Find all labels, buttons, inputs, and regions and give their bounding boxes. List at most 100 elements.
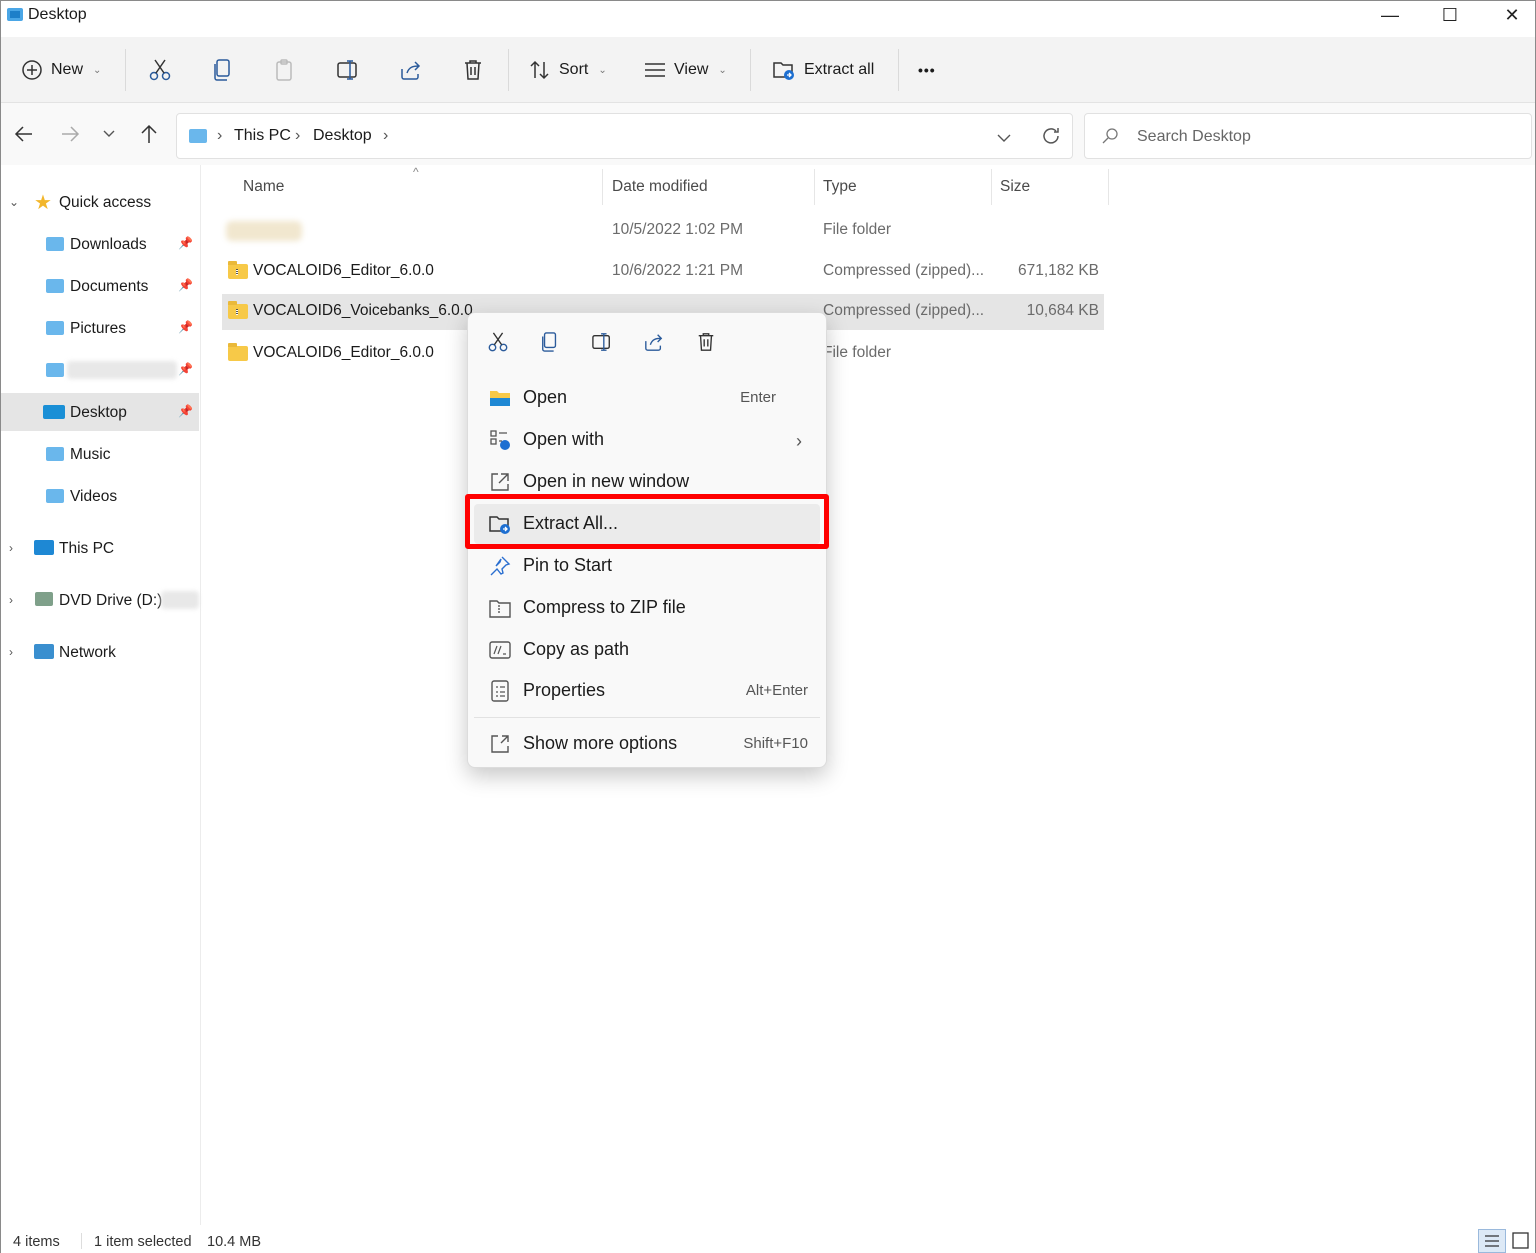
address-bar[interactable]: › This PC › Desktop › — [176, 113, 1073, 159]
desktop-folder-icon — [189, 129, 207, 143]
pin-icon: 📌 — [178, 404, 193, 418]
recent-locations-button[interactable] — [96, 121, 122, 147]
delete-icon[interactable] — [693, 329, 719, 355]
up-button[interactable] — [136, 121, 162, 147]
menu-item-label: Open with — [523, 429, 605, 449]
copy-icon — [214, 59, 230, 81]
window-title: Desktop — [28, 6, 87, 23]
separator — [125, 49, 126, 91]
menu-item-shortcut: Enter — [740, 389, 776, 406]
new-label: New — [51, 61, 84, 78]
sidebar-item-desktop[interactable]: Desktop 📌 — [1, 393, 199, 431]
refresh-icon — [1043, 128, 1059, 144]
menu-item-show-more-options[interactable]: Show more options Shift+F10 — [474, 724, 820, 764]
menu-item-compress-zip[interactable]: Compress to ZIP file — [474, 588, 820, 628]
sidebar-item-pictures[interactable]: Pictures 📌 — [1, 309, 199, 347]
maximize-button[interactable]: ☐ — [1427, 3, 1473, 29]
column-header-date[interactable]: Date modified — [612, 165, 708, 209]
chevron-right-icon: › — [9, 593, 13, 607]
title-bar: Desktop — ☐ ✕ — [1, 1, 1535, 31]
sidebar-item-videos[interactable]: Videos — [1, 477, 199, 515]
copy-button[interactable] — [212, 37, 234, 103]
chevron-down-icon: ⌄ — [718, 64, 727, 76]
rename-icon — [337, 60, 357, 80]
redacted-label — [67, 361, 177, 379]
sidebar-item-dvd-drive[interactable]: › DVD Drive (D:) — [1, 581, 199, 619]
separator — [750, 49, 751, 91]
sidebar-item-label: Videos — [70, 488, 118, 505]
copy-icon[interactable] — [537, 329, 563, 355]
zip-folder-icon — [228, 261, 248, 279]
menu-item-properties[interactable]: Properties Alt+Enter — [474, 671, 820, 711]
search-input[interactable]: Search Desktop — [1137, 128, 1251, 146]
separator — [508, 49, 509, 91]
sidebar-item-music[interactable]: Music — [1, 435, 199, 473]
open-new-window-icon — [488, 471, 512, 493]
pin-icon: 📌 — [178, 362, 193, 376]
selection-size: 10.4 MB — [207, 1234, 261, 1250]
close-button[interactable]: ✕ — [1489, 3, 1535, 29]
chevron-down-icon: ⌄ — [598, 64, 607, 76]
column-header-type[interactable]: Type — [823, 165, 857, 209]
file-row[interactable]: VOCALOID6_Editor_6.0.0 10/6/2022 1:21 PM… — [222, 254, 1104, 290]
menu-item-label: Open — [523, 387, 568, 407]
breadcrumb-this-pc[interactable]: This PC — [234, 127, 291, 145]
address-dropdown-button[interactable] — [997, 130, 1011, 147]
menu-item-label: Open in new window — [523, 471, 690, 491]
more-options-button[interactable]: ••• — [918, 37, 936, 103]
menu-item-open-with[interactable]: Open with › — [474, 420, 820, 460]
pin-icon: 📌 — [178, 320, 193, 334]
sidebar-item-redacted[interactable]: 📌 — [1, 351, 199, 389]
rename-icon[interactable] — [589, 329, 615, 355]
column-header-size[interactable]: Size — [1000, 165, 1030, 209]
sort-button[interactable]: Sort ⌄ — [529, 37, 607, 103]
menu-item-copy-as-path[interactable]: Copy as path — [474, 630, 820, 670]
delete-button[interactable] — [462, 37, 484, 103]
rename-button[interactable] — [336, 37, 360, 103]
redacted-label — [161, 591, 199, 609]
sidebar-item-label: Pictures — [70, 320, 126, 337]
tiles-view-button[interactable] — [1511, 1231, 1531, 1253]
quick-access-item[interactable]: ⌄ ★ Quick access — [1, 183, 199, 221]
pin-icon: 📌 — [178, 278, 193, 292]
new-button[interactable]: New ⌄ — [21, 37, 101, 103]
sidebar-item-network[interactable]: › Network — [1, 633, 199, 671]
forward-button[interactable] — [57, 121, 83, 147]
back-button[interactable] — [11, 121, 37, 147]
status-bar: 4 items 1 item selected 10.4 MB — [1, 1229, 1535, 1253]
menu-item-label: Compress to ZIP file — [523, 597, 686, 617]
share-button[interactable] — [399, 37, 423, 103]
column-divider — [1108, 169, 1109, 205]
command-bar: New ⌄ Sort ⌄ View ⌄ Extract all ••• — [1, 37, 1535, 103]
folder-app-icon — [7, 8, 23, 21]
breadcrumb-desktop[interactable]: Desktop — [313, 127, 372, 145]
view-button[interactable]: View ⌄ — [644, 37, 727, 103]
quick-access-label: Quick access — [59, 194, 152, 211]
share-icon[interactable] — [641, 329, 667, 355]
navigation-pane: ⌄ ★ Quick access Downloads 📌 Documents 📌… — [1, 165, 201, 1225]
details-view-button[interactable] — [1478, 1229, 1506, 1253]
sidebar-item-documents[interactable]: Documents 📌 — [1, 267, 199, 305]
file-type: File folder — [823, 221, 892, 238]
view-icon — [645, 63, 665, 77]
refresh-button[interactable] — [1041, 126, 1061, 150]
menu-item-pin-to-start[interactable]: Pin to Start — [474, 546, 820, 586]
search-box[interactable]: Search Desktop — [1084, 113, 1532, 159]
cut-button[interactable] — [148, 37, 172, 103]
sidebar-item-label: Music — [70, 446, 111, 463]
menu-item-open[interactable]: Open Enter — [474, 378, 820, 418]
column-header-name[interactable]: Name — [243, 165, 284, 209]
sidebar-item-label: Documents — [70, 278, 149, 295]
sidebar-item-label: DVD Drive (D:) — [59, 592, 163, 609]
extract-all-button[interactable]: Extract all — [772, 37, 874, 103]
sidebar-item-this-pc[interactable]: › This PC — [1, 529, 199, 567]
paste-button[interactable] — [274, 37, 296, 103]
file-row[interactable]: 10/5/2022 1:02 PM File folder — [222, 213, 1104, 249]
sidebar-item-downloads[interactable]: Downloads 📌 — [1, 225, 199, 263]
cut-icon — [149, 59, 171, 81]
minimize-button[interactable]: — — [1367, 3, 1413, 29]
sidebar-item-label: This PC — [59, 540, 115, 557]
cut-icon[interactable] — [485, 329, 511, 355]
show-more-icon — [488, 733, 512, 755]
pin-icon — [488, 555, 512, 577]
